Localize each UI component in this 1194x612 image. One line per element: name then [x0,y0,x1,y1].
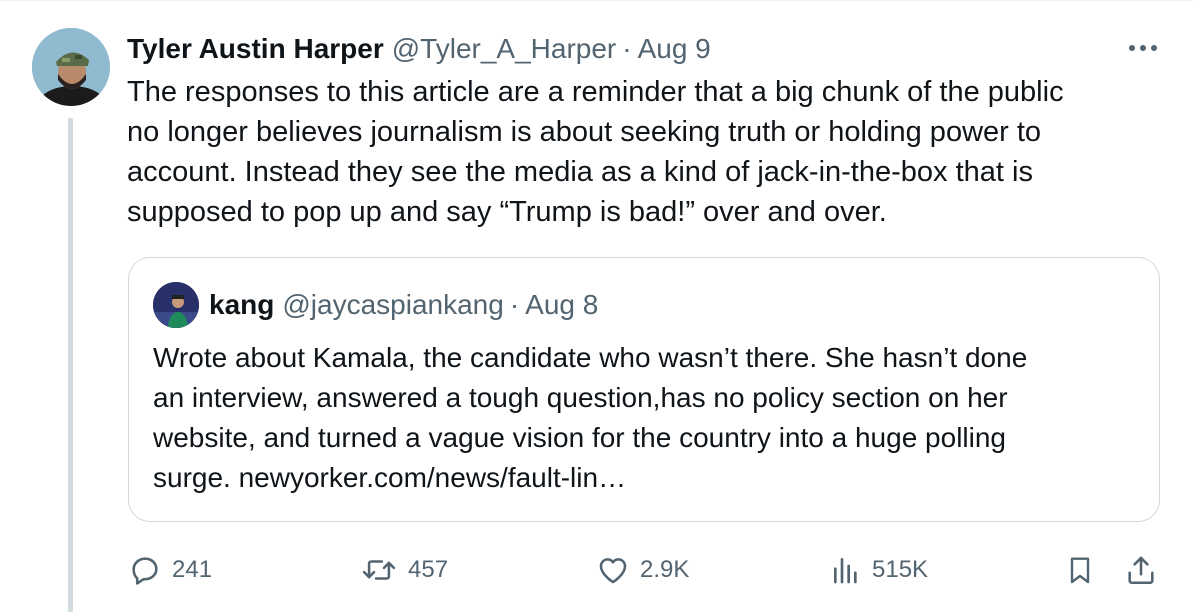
views-count: 515K [872,556,929,583]
reply-count: 241 [172,556,213,583]
repost-button[interactable]: 457 [360,548,448,592]
tweet-text-line: no longer believes journalism is about s… [127,116,1042,148]
views-button[interactable]: 515K [830,548,928,592]
author-avatar[interactable] [32,28,110,106]
top-divider [0,0,1194,1]
reply-icon [128,553,162,587]
like-count: 2.9K [640,556,690,583]
share-button[interactable] [1124,548,1158,592]
heart-icon [596,553,630,587]
quote-author-handle[interactable]: @jaycaspiankang [282,286,503,324]
tweet-text-line: supposed to pop up and say “Trump is bad… [127,196,887,228]
repost-icon [360,553,398,587]
quote-text-line[interactable]: surge. newyorker.com/news/fault-lin… [153,458,1143,498]
like-button[interactable]: 2.9K [596,548,689,592]
author-handle[interactable]: @Tyler_A_Harper [392,30,617,68]
reply-button[interactable]: 241 [128,548,212,592]
quote-text-line: website, and turned a vague vision for t… [153,422,1007,453]
tweet-date[interactable]: Aug 9 [638,30,711,68]
quote-author-avatar[interactable] [153,282,199,328]
thread-line [68,118,73,612]
quote-text: Wrote about Kamala, the candidate who wa… [153,338,1143,498]
header-separator: · [622,33,632,64]
quote-text-line: Wrote about Kamala, the candidate who wa… [153,342,1028,373]
quote-date[interactable]: Aug 8 [525,286,598,324]
quote-header: kang @jaycaspiankang · Aug 8 [209,286,598,324]
more-icon[interactable] [1126,34,1160,62]
quote-text-line: an interview, answered a tough question,… [153,382,1008,413]
bookmark-button[interactable] [1064,548,1096,592]
quoted-tweet[interactable]: kang @jaycaspiankang · Aug 8 Wrote about… [128,257,1160,522]
tweet-text-line: account. Instead they see the media as a… [127,156,1033,188]
tweet-text: The responses to this article are a remi… [127,72,1147,232]
author-name[interactable]: Tyler Austin Harper [127,30,384,68]
quote-header-separator: · [509,289,520,320]
quote-author-name[interactable]: kang [209,286,274,324]
tweet-text-line: The responses to this article are a remi… [127,76,1064,108]
share-icon [1124,553,1158,587]
repost-count: 457 [408,556,449,583]
bookmark-icon [1064,553,1096,587]
views-icon [830,553,862,587]
action-bar: 241 457 2.9K 515K [128,548,1168,592]
tweet-header: Tyler Austin Harper @Tyler_A_Harper · Au… [127,30,711,68]
